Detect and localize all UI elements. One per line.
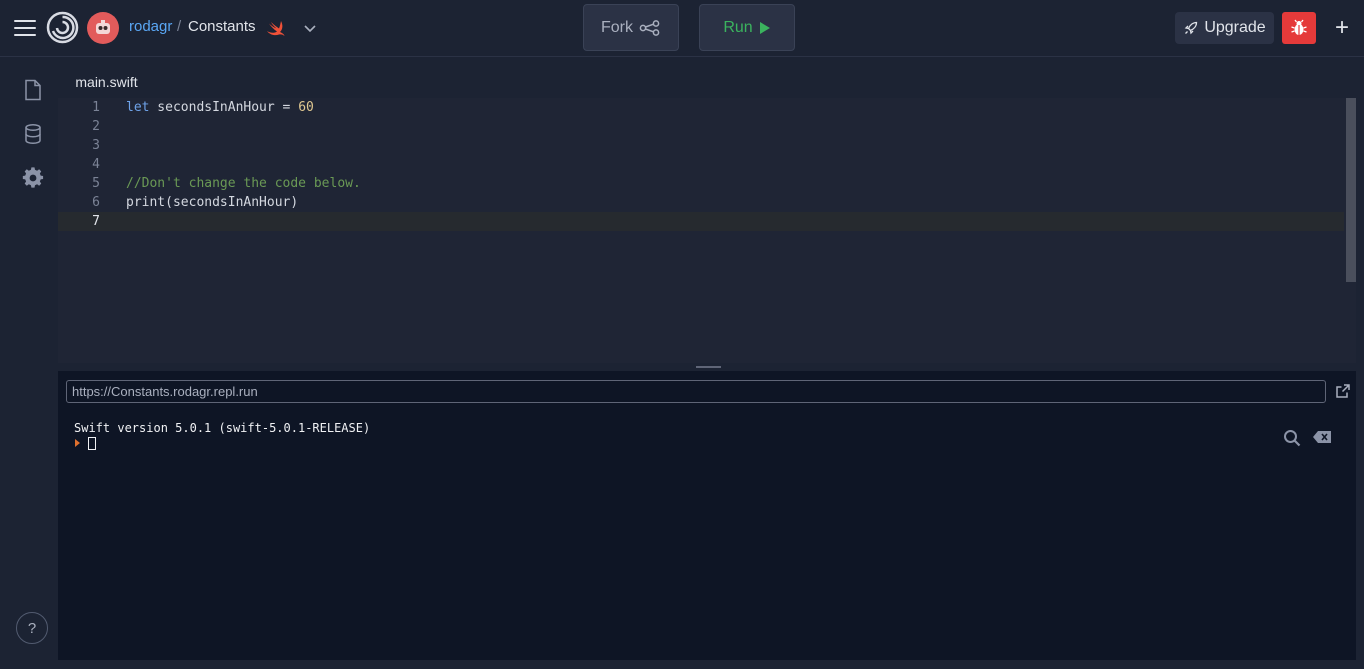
search-icon[interactable] bbox=[1283, 429, 1301, 447]
keyword-token: let bbox=[126, 100, 150, 115]
user-avatar[interactable] bbox=[87, 12, 119, 44]
editor-panel: main.swift 1 let secondsInAnHour = 60 2 … bbox=[58, 66, 1356, 363]
number-token: 60 bbox=[298, 100, 314, 115]
report-bug-button[interactable] bbox=[1282, 12, 1316, 44]
replit-logo-icon[interactable] bbox=[46, 11, 79, 44]
upgrade-button-label: Upgrade bbox=[1204, 19, 1266, 36]
top-header: rodagr / Constants Fork Run Upgrade + bbox=[0, 0, 1364, 57]
chevron-down-icon[interactable] bbox=[302, 20, 318, 36]
console-panel: Swift version 5.0.1 (swift-5.0.1-RELEASE… bbox=[58, 371, 1356, 660]
code-line[interactable]: 3 bbox=[58, 136, 1344, 155]
line-number: 1 bbox=[92, 100, 100, 115]
robot-avatar-icon bbox=[96, 20, 110, 34]
fork-button-label: Fork bbox=[601, 18, 633, 36]
file-tab-main-swift[interactable]: main.swift bbox=[58, 66, 155, 98]
line-number: 7 bbox=[92, 214, 100, 229]
line-number: 6 bbox=[92, 195, 100, 210]
breadcrumb-separator: / bbox=[177, 18, 182, 35]
new-repl-button[interactable]: + bbox=[1330, 14, 1354, 42]
code-line[interactable]: 5 //Don't change the code below. bbox=[58, 174, 1344, 193]
help-button[interactable]: ? bbox=[16, 612, 48, 644]
upgrade-button[interactable]: Upgrade bbox=[1175, 12, 1274, 44]
line-content: let secondsInAnHour = 60 bbox=[126, 98, 314, 117]
gear-icon[interactable] bbox=[21, 166, 45, 190]
editor-scrollbar[interactable] bbox=[1344, 98, 1356, 363]
line-number: 2 bbox=[92, 119, 100, 134]
swift-language-icon bbox=[267, 21, 285, 36]
fork-icon bbox=[639, 19, 660, 36]
database-icon[interactable] bbox=[21, 122, 45, 146]
code-line[interactable]: 6 print(secondsInAnHour) bbox=[58, 193, 1344, 212]
code-editor[interactable]: 1 let secondsInAnHour = 60 2 3 4 5 //Don… bbox=[58, 98, 1356, 363]
line-content: print(secondsInAnHour) bbox=[126, 195, 299, 210]
panel-resize-handle[interactable] bbox=[58, 363, 1356, 371]
run-button[interactable]: Run bbox=[699, 4, 795, 51]
clear-console-icon[interactable] bbox=[1312, 430, 1332, 444]
code-line[interactable]: 4 bbox=[58, 155, 1344, 174]
bug-icon bbox=[1291, 19, 1307, 35]
prompt-arrow-icon bbox=[75, 439, 80, 447]
line-number: 3 bbox=[92, 138, 100, 153]
play-icon bbox=[759, 21, 770, 34]
project-name[interactable]: Constants bbox=[188, 18, 256, 35]
username-link[interactable]: rodagr bbox=[129, 18, 172, 35]
resize-grip bbox=[696, 366, 721, 368]
code-line-active[interactable]: 7 bbox=[58, 212, 1344, 231]
line-number: 5 bbox=[92, 176, 100, 191]
repl-url-input[interactable] bbox=[66, 380, 1326, 403]
left-sidebar: ? bbox=[8, 66, 58, 660]
hamburger-menu-icon[interactable] bbox=[14, 19, 36, 37]
line-content: //Don't change the code below. bbox=[126, 176, 361, 191]
code-line[interactable]: 2 bbox=[58, 117, 1344, 136]
file-icon[interactable] bbox=[21, 78, 45, 102]
run-button-label: Run bbox=[723, 18, 753, 36]
open-in-new-tab-icon[interactable] bbox=[1335, 383, 1351, 399]
console-prompt[interactable] bbox=[74, 437, 104, 451]
console-cursor bbox=[88, 437, 96, 450]
rocket-icon bbox=[1184, 21, 1198, 35]
editor-scrollbar-thumb[interactable] bbox=[1346, 98, 1356, 282]
code-line[interactable]: 1 let secondsInAnHour = 60 bbox=[58, 98, 1344, 117]
console-output: Swift version 5.0.1 (swift-5.0.1-RELEASE… bbox=[74, 421, 371, 435]
line-number: 4 bbox=[92, 157, 100, 172]
identifier-token: secondsInAnHour = bbox=[149, 100, 299, 115]
fork-button[interactable]: Fork bbox=[583, 4, 679, 51]
